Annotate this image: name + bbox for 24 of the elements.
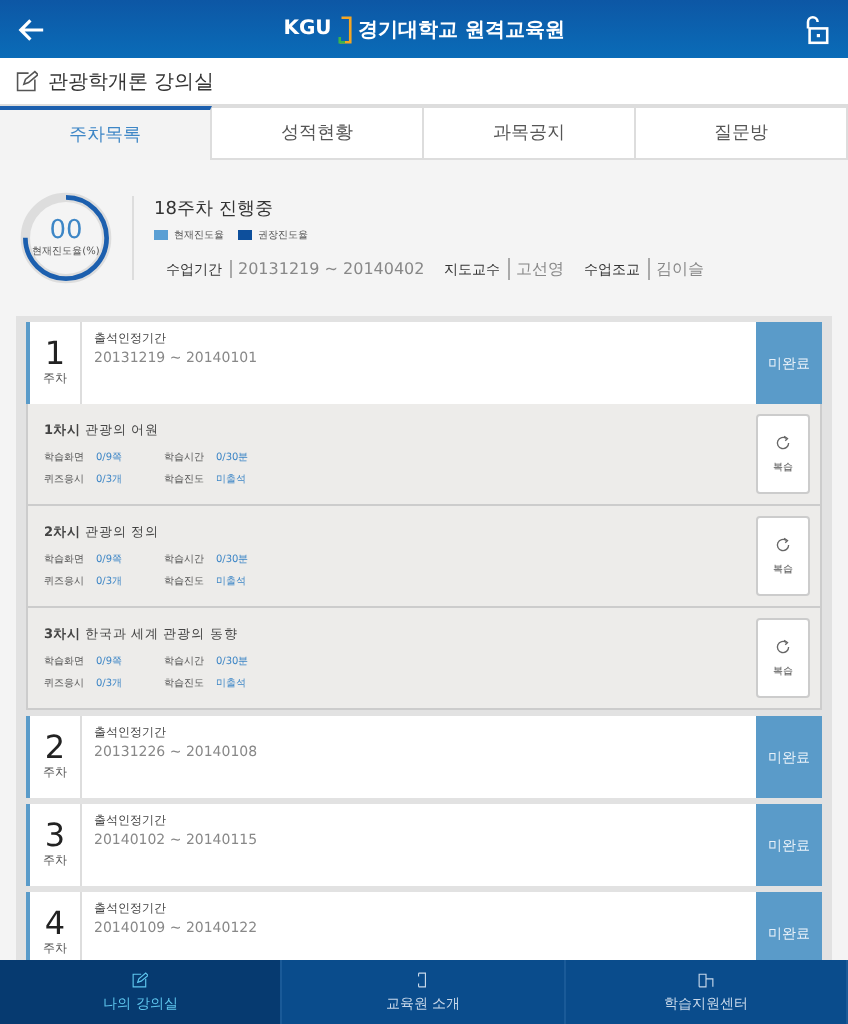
tab[interactable]: 성적현황 [212, 106, 424, 160]
tab[interactable]: 과목공지 [424, 106, 636, 160]
refresh-icon [774, 638, 792, 656]
header-title: 경기대학교 원격교육원 [357, 17, 565, 43]
info-value: 김이슬 [648, 258, 705, 280]
back-icon[interactable] [16, 13, 48, 45]
week-number: 4 [44, 908, 66, 940]
refresh-icon [774, 434, 792, 452]
refresh-icon [774, 536, 792, 554]
info-value: 20131219 ~ 20140402 [230, 260, 425, 278]
logo-icon [337, 15, 352, 43]
edit-icon [16, 70, 38, 92]
week-number: 1 [44, 338, 66, 370]
edit-icon [132, 971, 149, 987]
progress-value: 00 [49, 218, 83, 244]
building-icon [697, 971, 714, 987]
logo-text: KGU [283, 18, 332, 40]
door-icon [414, 971, 431, 987]
course-status: 18주차 진행중 [154, 198, 275, 222]
week-number: 2 [44, 732, 66, 764]
course-title: 관광학개론 강의실 [48, 69, 215, 95]
info-value: 고선영 [508, 258, 565, 280]
tab[interactable]: 질문방 [636, 106, 848, 160]
week-number: 3 [44, 820, 66, 852]
